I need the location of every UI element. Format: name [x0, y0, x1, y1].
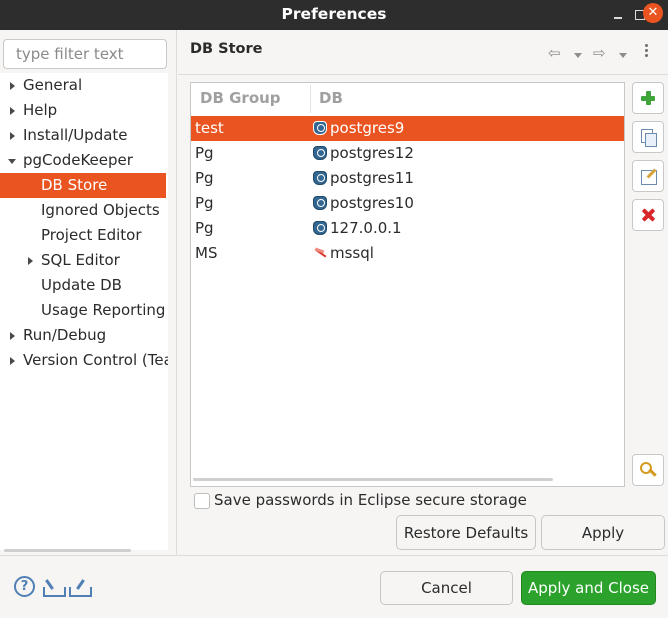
tree-item-install-update[interactable]: Install/Update	[0, 123, 168, 148]
mssql-icon	[313, 246, 327, 260]
tree-item-usage-reporting[interactable]: Usage Reporting	[0, 298, 168, 323]
page-title: DB Store	[190, 41, 263, 57]
tree-item-label: Update DB	[41, 276, 122, 294]
db-cell: postgres9	[313, 116, 404, 141]
table-row[interactable]: Pg 127.0.0.1	[191, 216, 624, 241]
delete-db-button[interactable]	[632, 199, 664, 231]
table-row[interactable]: test postgres9	[191, 116, 624, 141]
db-group-cell: Pg	[195, 169, 214, 187]
postgresql-icon	[313, 171, 327, 185]
tree-item-label: Usage Reporting	[41, 301, 166, 319]
table-row[interactable]: Pg postgres10	[191, 191, 624, 216]
db-group-cell: Pg	[195, 219, 214, 237]
apply-button[interactable]: Apply	[541, 515, 665, 550]
postgresql-icon	[313, 121, 327, 135]
save-passwords-checkbox[interactable]	[194, 493, 210, 509]
back-menu-chevron-down-icon[interactable]	[574, 44, 582, 64]
postgresql-icon	[313, 221, 327, 235]
tree-item-label: Help	[23, 101, 58, 119]
save-passwords-label[interactable]: Save passwords in Eclipse secure storage	[214, 491, 527, 509]
expand-arrow-icon[interactable]	[10, 82, 15, 90]
edit-db-button[interactable]	[632, 160, 664, 192]
tree-item-ignored-objects[interactable]: Ignored Objects	[0, 198, 168, 223]
db-cell: postgres10	[313, 191, 414, 216]
apply-and-close-button[interactable]: Apply and Close	[521, 571, 656, 605]
window-title: Preferences	[281, 5, 387, 23]
postgresql-icon	[313, 146, 327, 160]
filter-input[interactable]	[3, 39, 167, 69]
column-header-db[interactable]: DB	[319, 83, 343, 114]
column-separator[interactable]	[310, 85, 311, 113]
tree-item-version-control[interactable]: Version Control (Tea	[0, 348, 168, 373]
password-key-button[interactable]	[632, 454, 664, 486]
add-db-button[interactable]	[632, 82, 664, 114]
db-name: postgres11	[330, 169, 414, 187]
db-group-cell: test	[195, 119, 224, 137]
db-store-table[interactable]: DB Group DB test postgres9 Pg postgres12…	[190, 82, 625, 487]
tree-item-label: Project Editor	[41, 226, 142, 244]
db-name: postgres10	[330, 194, 414, 212]
tree-item-run-debug[interactable]: Run/Debug	[0, 323, 168, 348]
tree-item-label: pgCodeKeeper	[23, 151, 133, 169]
import-icon[interactable]	[42, 577, 66, 597]
tree-item-label: General	[23, 76, 83, 94]
title-bar: Preferences ✕	[0, 0, 668, 30]
table-row[interactable]: MS mssql	[191, 241, 624, 266]
db-name: postgres9	[330, 119, 405, 137]
tree-item-sql-editor[interactable]: SQL Editor	[0, 248, 168, 273]
expand-arrow-icon[interactable]	[10, 132, 15, 140]
db-cell: postgres11	[313, 166, 414, 191]
preference-tree: General Help Install/Update pgCodeKeeper…	[0, 73, 168, 550]
tree-item-label: Ignored Objects	[41, 201, 160, 219]
db-cell: postgres12	[313, 141, 414, 166]
footer-separator	[0, 555, 668, 556]
postgresql-icon	[313, 196, 327, 210]
expand-arrow-icon[interactable]	[10, 357, 15, 365]
back-arrow-icon[interactable]: ⇦	[548, 44, 561, 64]
db-name: 127.0.0.1	[330, 219, 402, 237]
help-icon[interactable]: ?	[14, 576, 35, 597]
expand-arrow-icon[interactable]	[10, 332, 15, 340]
copy-db-button[interactable]	[632, 121, 664, 153]
tree-item-help[interactable]: Help	[0, 98, 168, 123]
more-options-icon[interactable]	[645, 44, 649, 64]
table-row[interactable]: Pg postgres11	[191, 166, 624, 191]
db-group-cell: Pg	[195, 144, 214, 162]
tree-item-label: Run/Debug	[23, 326, 107, 344]
header-separator	[178, 74, 668, 75]
column-header-db-group[interactable]: DB Group	[200, 83, 281, 114]
pane-divider[interactable]	[176, 30, 177, 555]
collapse-arrow-icon[interactable]	[8, 159, 16, 164]
tree-item-pgcodekeeper[interactable]: pgCodeKeeper	[0, 148, 168, 173]
tree-item-label: SQL Editor	[41, 251, 120, 269]
table-row[interactable]: Pg postgres12	[191, 141, 624, 166]
forward-menu-chevron-down-icon[interactable]	[619, 44, 627, 64]
close-button[interactable]: ✕	[643, 3, 663, 23]
tree-item-label: Version Control (Tea	[23, 351, 168, 369]
tree-item-update-db[interactable]: Update DB	[0, 273, 168, 298]
db-name: postgres12	[330, 144, 414, 162]
tree-horizontal-scrollbar[interactable]	[4, 549, 131, 552]
export-icon[interactable]	[68, 577, 92, 597]
tree-item-label: DB Store	[41, 176, 108, 194]
tree-item-label: Install/Update	[23, 126, 128, 144]
expand-arrow-icon[interactable]	[28, 257, 33, 265]
tree-item-general[interactable]: General	[0, 73, 168, 98]
table-horizontal-scrollbar[interactable]	[193, 478, 553, 481]
db-cell: 127.0.0.1	[313, 216, 402, 241]
cancel-button[interactable]: Cancel	[380, 571, 513, 605]
restore-defaults-button[interactable]: Restore Defaults	[396, 515, 536, 550]
tree-item-db-store[interactable]: DB Store	[0, 173, 166, 198]
db-cell: mssql	[313, 241, 374, 266]
db-group-cell: MS	[195, 244, 218, 262]
db-group-cell: Pg	[195, 194, 214, 212]
expand-arrow-icon[interactable]	[10, 107, 15, 115]
minimize-button[interactable]	[607, 4, 629, 26]
forward-arrow-icon[interactable]: ⇨	[593, 44, 606, 64]
tree-item-project-editor[interactable]: Project Editor	[0, 223, 168, 248]
db-name: mssql	[330, 244, 374, 262]
